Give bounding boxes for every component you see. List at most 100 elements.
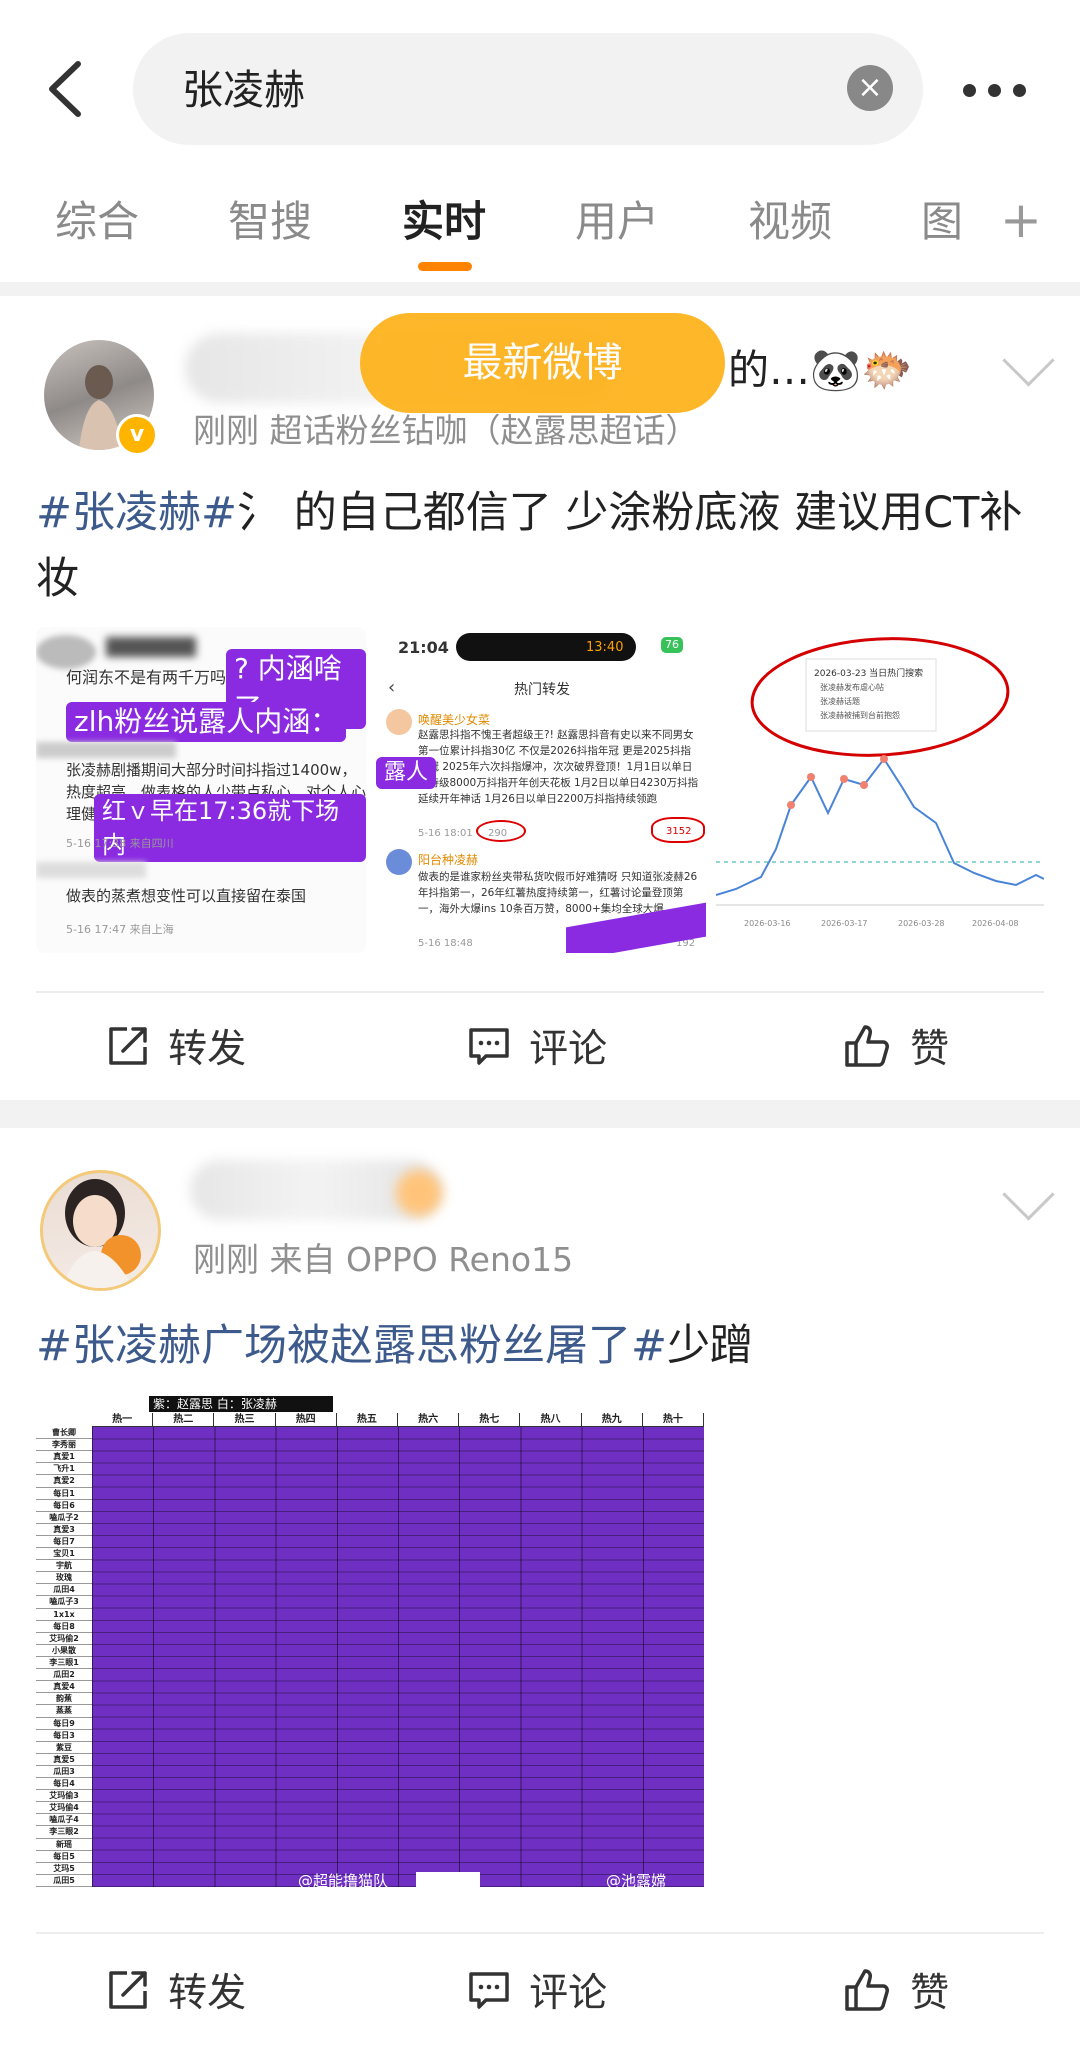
sheet-row-label: 真爱1 — [36, 1451, 92, 1464]
sheet-row-label: 李三眼2 — [36, 1826, 92, 1839]
sheet-title: 紫：赵露思 白：张凌赫 — [149, 1396, 333, 1412]
repost-icon — [109, 1027, 147, 1065]
post-meta: 刚刚 来自 OPPO Reno15 — [193, 1240, 574, 1279]
sheet-row-label: 宇航 — [36, 1560, 92, 1573]
sheet-row-label: 瓜田3 — [36, 1766, 92, 1779]
sheet-row-label: 艾玛偷4 — [36, 1802, 92, 1815]
username-suffix: 的…🐼🐡 — [728, 346, 913, 394]
comment-button[interactable]: 评论 — [466, 1018, 607, 1074]
tab-video[interactable]: 视频 — [748, 192, 832, 252]
sheet-white-cell — [416, 1872, 480, 1894]
sheet-col-header: 热六 — [398, 1413, 460, 1427]
sheet-col-header: 热十 — [642, 1413, 704, 1427]
sheet-row-label: 李三眼1 — [36, 1657, 92, 1670]
sheet-row-label: 艾玛偷2 — [36, 1633, 92, 1645]
sheet-row-label: 1x1x — [36, 1609, 92, 1621]
more-icon[interactable] — [963, 82, 1073, 98]
sheet-row-label: 玫瑰 — [36, 1572, 92, 1585]
hashtag-link[interactable]: #张凌赫广场被赵露思粉丝屠了# — [36, 1321, 667, 1371]
sheet-row-label: 蒸蒸 — [36, 1705, 92, 1718]
comment-icon — [469, 1028, 509, 1065]
sheet-row-label: 艾玛偷3 — [36, 1790, 92, 1803]
thumbs-up-icon — [845, 1969, 889, 2011]
sheet-row-label: 艾玛5 — [36, 1863, 92, 1875]
sheet-row-label: 嗑瓜子4 — [36, 1814, 92, 1827]
sheet-row-label: 真爱5 — [36, 1754, 92, 1766]
sheet-row-label: 瓜田5 — [36, 1875, 92, 1887]
emoji-blurred — [396, 1170, 442, 1216]
sheet-col-header: 热三 — [214, 1413, 276, 1427]
tab-realtime[interactable]: 实时 — [402, 192, 486, 252]
sheet-row-label: 小果散 — [36, 1645, 92, 1657]
post-meta: 刚刚 超话粉丝钻咖（赵露思超话） — [193, 411, 699, 450]
sheet-row-labels: 曹长卿 李秀丽 真爱1 飞升1 真爱2 每日1 每日6 嗑瓜子2 真爱3 每日7 宝贝1 宇航 玫瑰 瓜田… — [36, 1427, 92, 1887]
chevron-down-icon[interactable] — [1002, 1168, 1055, 1221]
like-button[interactable]: 赞 — [843, 1962, 949, 2018]
like-button[interactable]: 赞 — [843, 1018, 949, 1074]
chevron-down-icon[interactable] — [1002, 334, 1055, 387]
sheet-row-label: 每日3 — [36, 1730, 92, 1742]
add-tab-icon[interactable]: + — [1000, 190, 1042, 250]
sheet-col-header: 热四 — [275, 1413, 337, 1427]
search-input[interactable]: 张凌赫 — [182, 60, 305, 120]
divider — [36, 1932, 1044, 1934]
thumbs-up-icon — [845, 1025, 889, 1067]
sheet-col-header: 热二 — [153, 1413, 215, 1427]
tab-comprehensive[interactable]: 综合 — [55, 192, 139, 252]
sheet-row-label: 曹长卿 — [36, 1427, 92, 1440]
sheet-row-label: 真爱2 — [36, 1475, 92, 1488]
watermark-1: @超能撸猫队 — [298, 1872, 389, 1890]
sheet-row-label: 嗑瓜子2 — [36, 1512, 92, 1524]
sheet-col-header: 热七 — [459, 1413, 521, 1427]
repost-button[interactable]: 转发 — [105, 1962, 246, 2018]
sheet-row-label: 真爱3 — [36, 1524, 92, 1536]
post-image-1[interactable]: 何润东不是有两千万吗? ? 内涵啥了 zlh粉丝说露人内涵： 张凌赫剧播期间大部… — [36, 627, 366, 953]
post-image-2[interactable]: 21:04 13:40 76 ‹ 热门转发 唤醒美少女菜 赵露思抖指不愧王者超级… — [376, 627, 706, 953]
clear-icon[interactable]: × — [847, 65, 893, 111]
back-icon[interactable] — [38, 58, 98, 118]
watermark-2: @池露嫦 — [606, 1872, 667, 1890]
tab-smart-search[interactable]: 智搜 — [228, 192, 312, 252]
hashtag-link[interactable]: #张凌赫# — [36, 488, 237, 538]
comment-icon — [469, 1972, 509, 2009]
sheet-header-row: 热一 热二 热三 热四 热五 热六 热七 热八 热九 热十 — [92, 1413, 704, 1427]
sheet-row-label: 每日1 — [36, 1488, 92, 1500]
post-image-3-chart[interactable]: 2026-03-23 当日热门搜索 张凌赫发布虐心帖 张凌赫话题 张凌赫被捕到台… — [716, 627, 1044, 953]
sheet-row-label: 每日5 — [36, 1851, 92, 1863]
post-image-sheet[interactable]: 紫：赵露思 白：张凌赫 热一 热二 热三 热四 热五 热六 热七 热八 热九 热十 曹长卿 李秀丽真… — [36, 1396, 704, 1894]
sheet-row-label: 每日9 — [36, 1718, 92, 1730]
sheet-row-label: 每日4 — [36, 1778, 92, 1791]
post-text: #张凌赫#氵 的自己都信了 少涂粉底液 建议用CT补妆 — [36, 488, 1023, 604]
sheet-row-label: 嗑瓜子3 — [36, 1596, 92, 1609]
sheet-col-header: 热九 — [581, 1413, 643, 1427]
new-weibo-pill[interactable]: 最新微博 — [360, 313, 725, 413]
repost-icon — [109, 1971, 147, 2009]
divider — [36, 991, 1044, 993]
sheet-col-header: 热五 — [336, 1413, 398, 1427]
sheet-row-label: 真爱4 — [36, 1681, 92, 1694]
tab-images[interactable]: 图 — [921, 192, 963, 252]
sheet-col-header: 热八 — [520, 1413, 582, 1427]
sheet-row-label: 宝贝1 — [36, 1548, 92, 1561]
sheet-row-label: 每日8 — [36, 1621, 92, 1633]
sheet-row-label: 李秀丽 — [36, 1439, 92, 1452]
post-text: #张凌赫广场被赵露思粉丝屠了#少蹭 — [36, 1321, 754, 1371]
sheet-row-label: 每日6 — [36, 1500, 92, 1512]
sheet-row-label: 瓜田2 — [36, 1669, 92, 1682]
sheet-row-label: 飞升1 — [36, 1463, 92, 1476]
comment-button[interactable]: 评论 — [466, 1962, 607, 2018]
sheet-col-header: 热一 — [92, 1413, 154, 1427]
sheet-row-label: 每日7 — [36, 1536, 92, 1549]
verified-badge-icon: v — [116, 414, 158, 456]
section-divider — [0, 282, 1080, 296]
sheet-row-label: 新瑶 — [36, 1839, 92, 1851]
avatar[interactable] — [40, 1170, 161, 1291]
sheet-row-label: 瓜田4 — [36, 1584, 92, 1597]
tab-users[interactable]: 用户 — [575, 192, 659, 252]
sheet-row-label: 韵蕉 — [36, 1693, 92, 1706]
sheet-row-label: 紫豆 — [36, 1742, 92, 1754]
repost-button[interactable]: 转发 — [105, 1018, 246, 1074]
tab-active-indicator — [418, 262, 472, 271]
post-separator — [0, 1100, 1080, 1128]
sheet-grid — [92, 1427, 704, 1887]
